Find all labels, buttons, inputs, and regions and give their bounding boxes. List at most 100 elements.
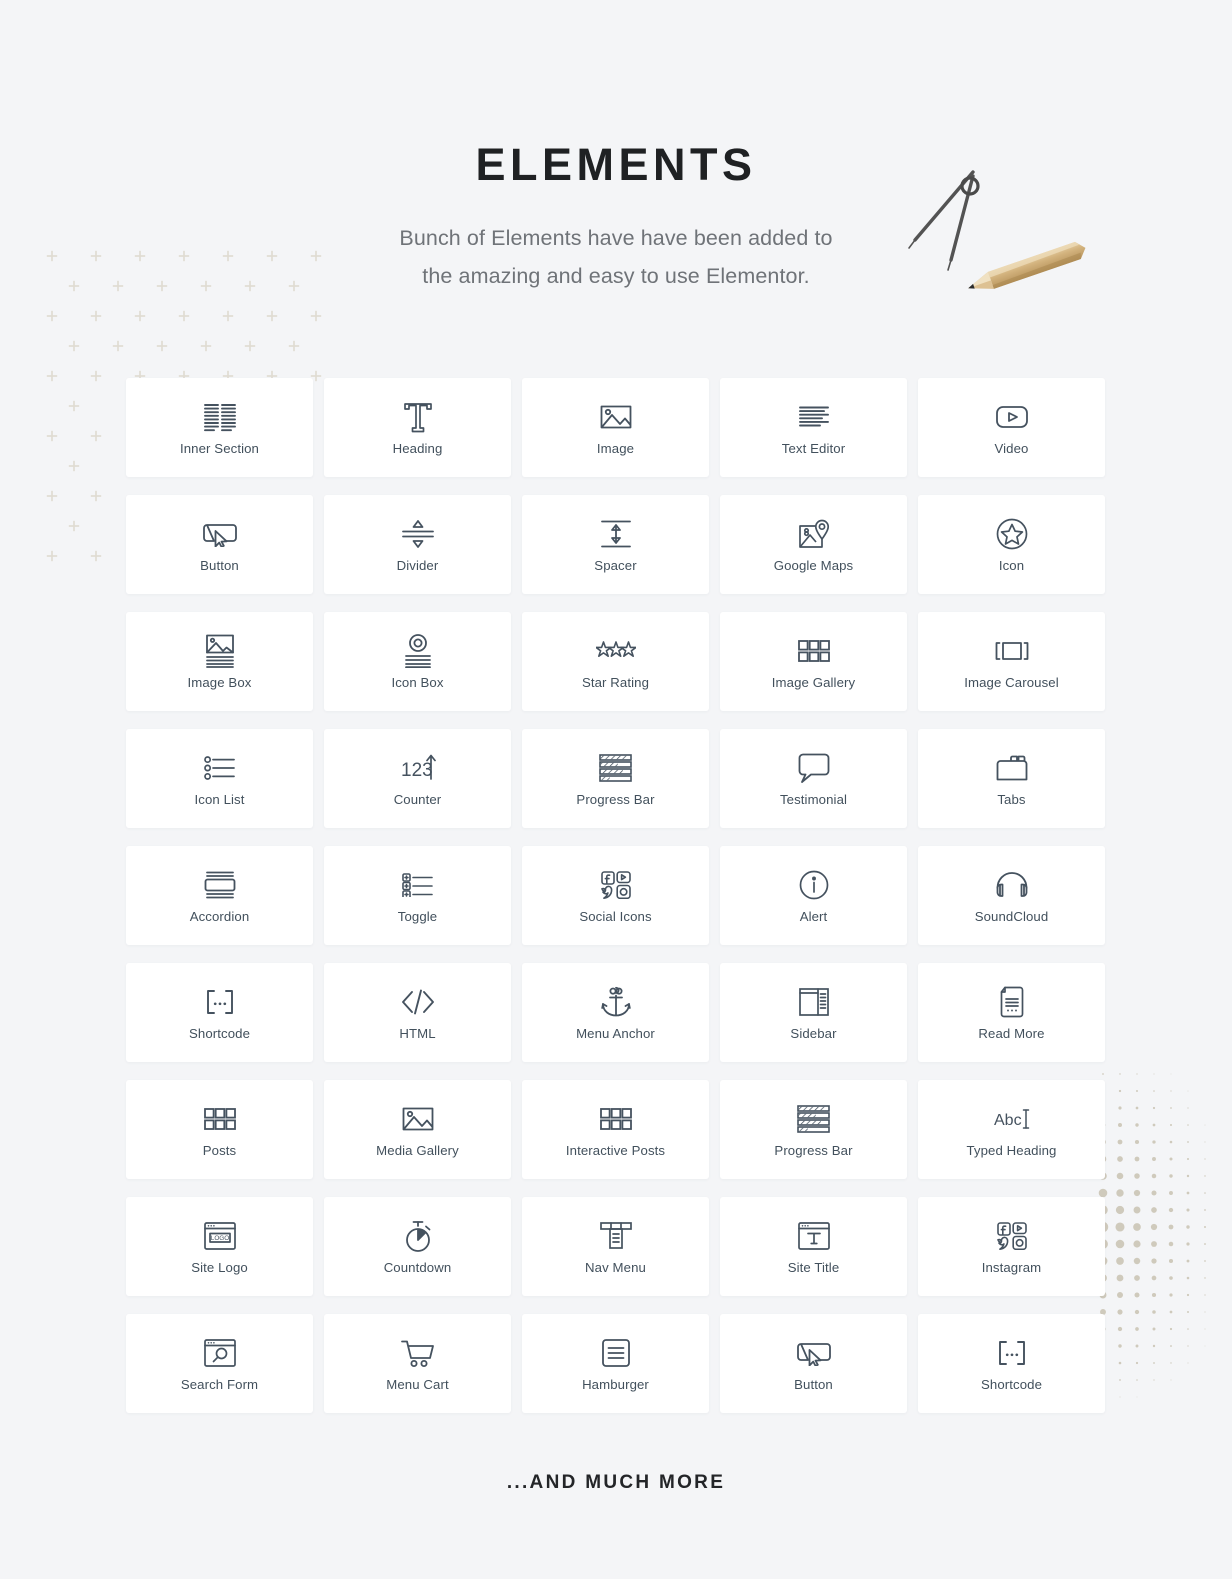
element-card[interactable]: Testimonial xyxy=(720,729,907,828)
element-card[interactable]: Shortcode xyxy=(918,1314,1105,1413)
element-card[interactable]: Icon xyxy=(918,495,1105,594)
site-title-browser-icon xyxy=(797,1217,830,1255)
element-card-label: Menu Anchor xyxy=(576,1026,655,1042)
element-card-label: Icon xyxy=(998,558,1025,574)
element-card[interactable]: Spacer xyxy=(522,495,709,594)
element-card-label: Countdown xyxy=(383,1260,452,1276)
page-subtitle-line-2: the amazing and easy to use Elementor. xyxy=(422,264,810,289)
shortcode-brackets-icon xyxy=(203,983,237,1021)
element-card-label: Image Carousel xyxy=(964,675,1059,691)
typed-abc-icon: Abc xyxy=(993,1100,1031,1138)
element-card-label: Nav Menu xyxy=(585,1260,646,1276)
element-card[interactable]: Interactive Posts xyxy=(522,1080,709,1179)
button-cursor-icon xyxy=(202,515,237,553)
page-title: ELEMENTS xyxy=(475,139,757,190)
element-card[interactable]: Google Maps xyxy=(720,495,907,594)
speech-bubble-icon xyxy=(798,749,830,787)
element-card[interactable]: Icon Box xyxy=(324,612,511,711)
image-icon xyxy=(402,1100,434,1138)
element-card[interactable]: LOGO Site Logo xyxy=(126,1197,313,1296)
element-card-label: Video xyxy=(994,441,1029,457)
search-browser-icon xyxy=(203,1334,236,1372)
nav-menu-icon xyxy=(599,1217,632,1255)
elements-showcase-page: ELEMENTS Bunch of Elements have have bee… xyxy=(0,0,1232,1579)
element-card[interactable]: Progress Bar xyxy=(720,1080,907,1179)
element-card[interactable]: Image Carousel xyxy=(918,612,1105,711)
icon-box-icon xyxy=(403,632,433,670)
progress-bar-icon xyxy=(598,749,633,787)
image-icon xyxy=(600,398,632,436)
element-card[interactable]: Video xyxy=(918,378,1105,477)
element-card[interactable]: Star Rating xyxy=(522,612,709,711)
element-card[interactable]: Button xyxy=(126,495,313,594)
progress-bar-icon xyxy=(796,1100,831,1138)
element-card[interactable]: Shortcode xyxy=(126,963,313,1062)
element-card-label: Instagram xyxy=(981,1260,1042,1276)
element-card-label: Media Gallery xyxy=(376,1143,459,1159)
element-card-label: Google Maps xyxy=(773,558,854,574)
and-much-more-label: ...AND MUCH MORE xyxy=(506,1472,726,1493)
element-card[interactable]: Image Box xyxy=(126,612,313,711)
element-card[interactable]: Toggle xyxy=(324,846,511,945)
page-header: ELEMENTS Bunch of Elements have have bee… xyxy=(0,142,1232,296)
element-card[interactable]: Progress Bar xyxy=(522,729,709,828)
star-circle-icon xyxy=(996,515,1028,553)
element-card[interactable]: Menu Cart xyxy=(324,1314,511,1413)
element-card[interactable]: Image xyxy=(522,378,709,477)
element-card[interactable]: Divider xyxy=(324,495,511,594)
google-maps-pin-icon xyxy=(798,515,830,553)
element-card-label: Alert xyxy=(799,909,828,925)
element-card[interactable]: SoundCloud xyxy=(918,846,1105,945)
element-card-label: Posts xyxy=(202,1143,237,1159)
element-card-label: Site Logo xyxy=(191,1260,248,1276)
element-card-label: Image Box xyxy=(187,675,252,691)
svg-text:LOGO: LOGO xyxy=(210,1235,228,1242)
element-card[interactable]: Inner Section xyxy=(126,378,313,477)
element-card[interactable]: Posts xyxy=(126,1080,313,1179)
element-card[interactable]: 123 Counter xyxy=(324,729,511,828)
element-card[interactable]: Abc Typed Heading xyxy=(918,1080,1105,1179)
element-card[interactable]: Countdown xyxy=(324,1197,511,1296)
grid-gallery-icon xyxy=(203,1100,236,1138)
element-card-label: Divider xyxy=(396,558,439,574)
grid-gallery-icon xyxy=(599,1100,632,1138)
element-card[interactable]: Nav Menu xyxy=(522,1197,709,1296)
element-card-label: Sidebar xyxy=(790,1026,837,1042)
element-card[interactable]: Heading xyxy=(324,378,511,477)
element-card-label: Star Rating xyxy=(581,675,650,691)
element-card[interactable]: HTML xyxy=(324,963,511,1062)
accordion-icon xyxy=(204,866,236,904)
element-card[interactable]: Instagram xyxy=(918,1197,1105,1296)
element-card[interactable]: Sidebar xyxy=(720,963,907,1062)
elements-grid: Inner Section Heading Image Text Editor xyxy=(126,378,1106,1413)
element-card-label: Progress Bar xyxy=(774,1143,853,1159)
element-card-label: Image xyxy=(596,441,635,457)
stopwatch-icon xyxy=(403,1217,433,1255)
shopping-cart-icon xyxy=(400,1334,435,1372)
element-card[interactable]: Site Title xyxy=(720,1197,907,1296)
element-card[interactable]: Hamburger xyxy=(522,1314,709,1413)
element-card[interactable]: Search Form xyxy=(126,1314,313,1413)
element-card[interactable]: Button xyxy=(720,1314,907,1413)
grid-gallery-icon xyxy=(797,632,830,670)
element-card[interactable]: Social Icons xyxy=(522,846,709,945)
element-card-label: Progress Bar xyxy=(576,792,655,808)
element-card[interactable]: Menu Anchor xyxy=(522,963,709,1062)
element-card[interactable]: Media Gallery xyxy=(324,1080,511,1179)
element-card-label: Text Editor xyxy=(781,441,846,457)
element-card[interactable]: Image Gallery xyxy=(720,612,907,711)
element-card[interactable]: Icon List xyxy=(126,729,313,828)
spacer-icon xyxy=(600,515,631,553)
element-card[interactable]: Read More xyxy=(918,963,1105,1062)
element-card-label: Interactive Posts xyxy=(565,1143,666,1159)
element-card-label: HTML xyxy=(399,1026,436,1042)
element-card[interactable]: Tabs xyxy=(918,729,1105,828)
element-card-label: Menu Cart xyxy=(386,1377,449,1393)
code-angle-icon xyxy=(401,983,435,1021)
tabs-folder-icon xyxy=(996,749,1028,787)
element-card[interactable]: Text Editor xyxy=(720,378,907,477)
page-subtitle-line-1: Bunch of Elements have have been added t… xyxy=(399,226,833,250)
element-card-label: Button xyxy=(794,1377,833,1393)
element-card[interactable]: Accordion xyxy=(126,846,313,945)
element-card[interactable]: Alert xyxy=(720,846,907,945)
